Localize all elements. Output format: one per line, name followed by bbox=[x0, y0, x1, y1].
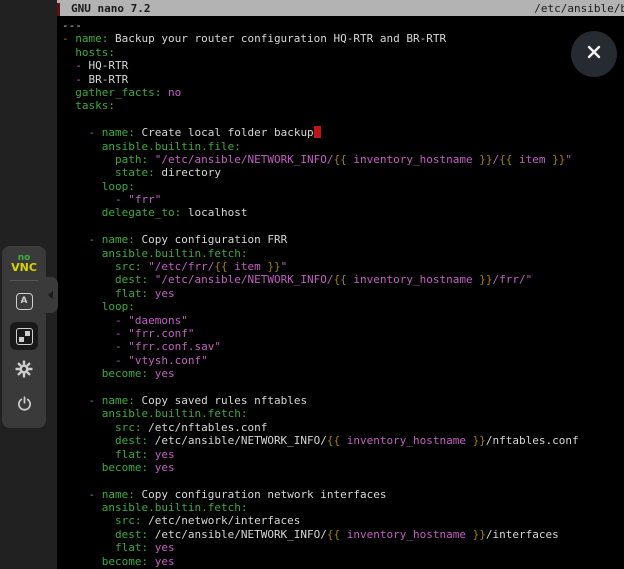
code-line: - name: Copy configuration network inter… bbox=[62, 488, 624, 501]
nano-titlebar: GNU nano 7.2 /etc/ansible/b bbox=[57, 0, 624, 16]
code-line bbox=[62, 474, 624, 487]
code-line: hosts: bbox=[62, 46, 624, 59]
code-line: state: directory bbox=[62, 166, 624, 179]
code-line: - "frr" bbox=[62, 193, 624, 206]
settings-button[interactable] bbox=[10, 357, 38, 385]
fullscreen-icon bbox=[16, 328, 33, 345]
nano-version-label: GNU nano 7.2 bbox=[71, 2, 150, 15]
code-line: loop: bbox=[62, 180, 624, 193]
titlebar-left-mark bbox=[57, 3, 60, 16]
code-line: ansible.builtin.fetch: bbox=[62, 407, 624, 420]
code-line: become: yes bbox=[62, 367, 624, 380]
close-icon bbox=[584, 42, 604, 66]
gear-icon bbox=[15, 360, 33, 382]
control-bar-handle[interactable] bbox=[44, 277, 58, 313]
code-line bbox=[62, 113, 624, 126]
novnc-logo: no VNC bbox=[11, 253, 37, 273]
code-line: dest: "/etc/ansible/NETWORK_INFO/{{ inve… bbox=[62, 273, 624, 286]
code-line: tasks: bbox=[62, 99, 624, 112]
novnc-viewport: GNU nano 7.2 /etc/ansible/b ---- name: B… bbox=[0, 0, 624, 569]
code-line: src: /etc/network/interfaces bbox=[62, 514, 624, 527]
code-line: ansible.builtin.fetch: bbox=[62, 247, 624, 260]
collapse-arrow-icon bbox=[48, 291, 53, 299]
code-line bbox=[62, 220, 624, 233]
code-line: src: /etc/nftables.conf bbox=[62, 421, 624, 434]
code-line: gather_facts: no bbox=[62, 86, 624, 99]
extra-keys-button[interactable]: A bbox=[10, 287, 38, 315]
code-line: ansible.builtin.fetch: bbox=[62, 501, 624, 514]
code-line: - HQ-RTR bbox=[62, 59, 624, 72]
code-line: become: yes bbox=[62, 461, 624, 474]
disconnect-button[interactable] bbox=[10, 392, 38, 420]
code-line: flat: yes bbox=[62, 541, 624, 554]
fullscreen-button[interactable] bbox=[10, 322, 38, 350]
code-line: path: "/etc/ansible/NETWORK_INFO/{{ inve… bbox=[62, 153, 624, 166]
open-file-path: /etc/ansible/b bbox=[534, 2, 624, 15]
vnc-control-bar: no VNC A bbox=[2, 246, 46, 428]
code-line: --- bbox=[62, 19, 624, 32]
code-line: - name: Create local folder backup bbox=[62, 126, 624, 139]
code-line: - "frr.conf" bbox=[62, 327, 624, 340]
code-line: - name: Copy saved rules nftables bbox=[62, 394, 624, 407]
keyboard-a-icon: A bbox=[16, 293, 33, 310]
editor-content[interactable]: ---- name: Backup your router configurat… bbox=[57, 16, 624, 568]
code-line: - name: Copy configuration FRR bbox=[62, 233, 624, 246]
power-icon bbox=[16, 396, 33, 417]
code-line: dest: /etc/ansible/NETWORK_INFO/{{ inven… bbox=[62, 528, 624, 541]
code-line: - "vtysh.conf" bbox=[62, 354, 624, 367]
code-line bbox=[62, 381, 624, 394]
terminal[interactable]: GNU nano 7.2 /etc/ansible/b ---- name: B… bbox=[57, 0, 624, 569]
code-line: flat: yes bbox=[62, 448, 624, 461]
code-line: - name: Backup your router configuration… bbox=[62, 32, 624, 45]
code-line: - "frr.conf.sav" bbox=[62, 340, 624, 353]
divider bbox=[10, 280, 38, 281]
close-button[interactable] bbox=[571, 31, 617, 77]
code-line: ansible.builtin.file: bbox=[62, 140, 624, 153]
code-line: delegate_to: localhost bbox=[62, 206, 624, 219]
code-line: - BR-RTR bbox=[62, 73, 624, 86]
text-cursor bbox=[314, 126, 321, 138]
code-line: - "daemons" bbox=[62, 314, 624, 327]
code-line: dest: /etc/ansible/NETWORK_INFO/{{ inven… bbox=[62, 434, 624, 447]
code-line: flat: yes bbox=[62, 287, 624, 300]
code-line: src: "/etc/frr/{{ item }}" bbox=[62, 260, 624, 273]
code-line: loop: bbox=[62, 300, 624, 313]
code-line: become: yes bbox=[62, 555, 624, 568]
